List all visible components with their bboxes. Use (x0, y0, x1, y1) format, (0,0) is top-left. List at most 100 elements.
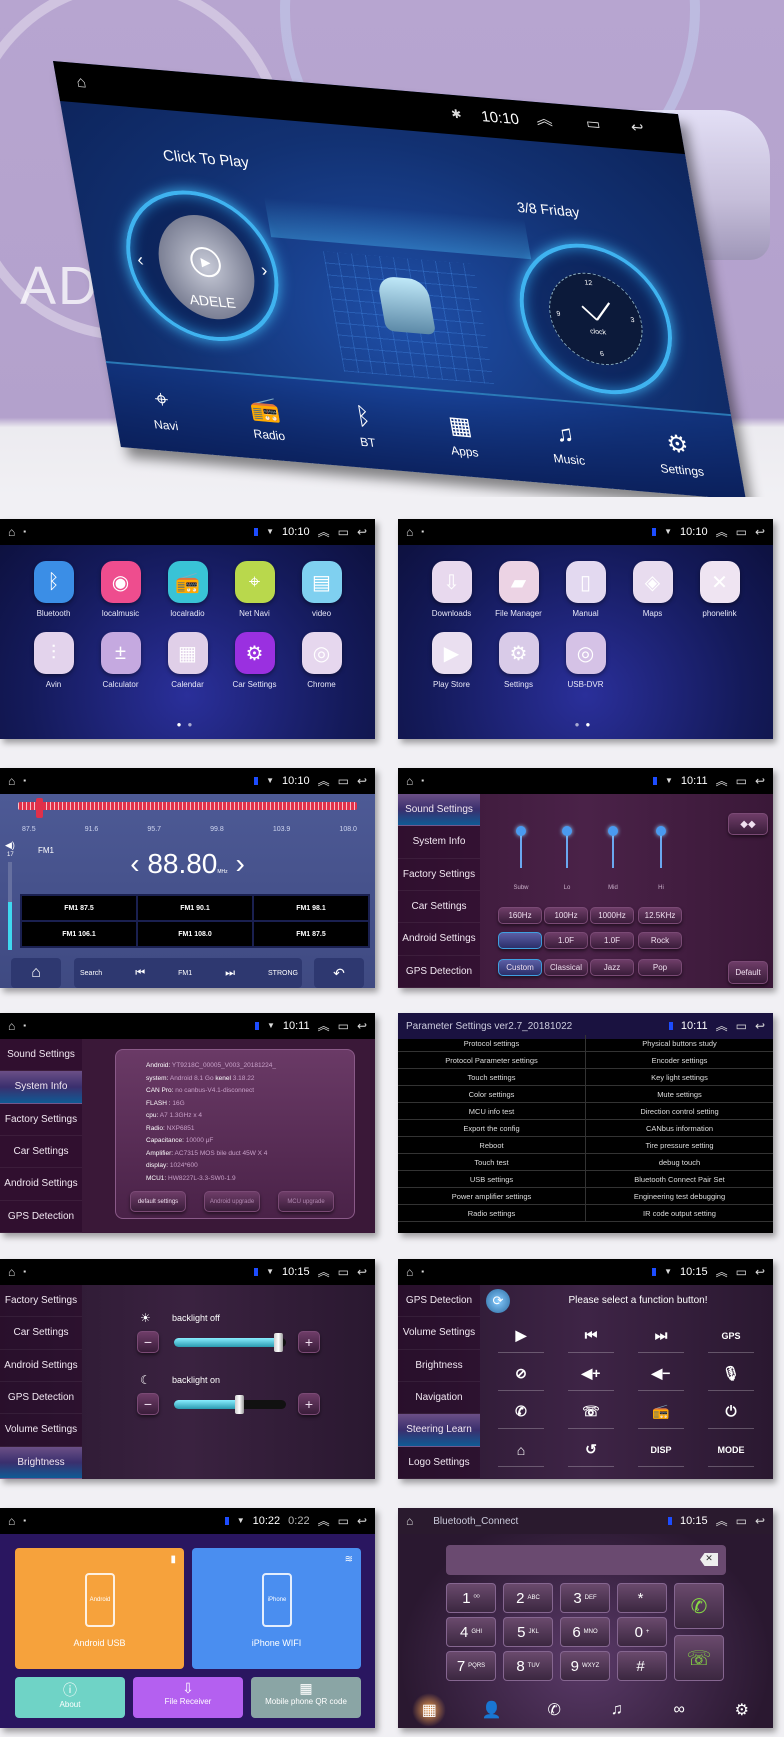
parameter-item[interactable]: Mute settings (586, 1086, 773, 1102)
dock-item-music[interactable]: ♫ Music (547, 419, 586, 468)
sidebar-item[interactable]: Android Settings (0, 1168, 82, 1201)
recent-apps-icon[interactable]: ▭ (338, 526, 349, 538)
parameter-item[interactable]: Engineering test debugging (586, 1188, 773, 1204)
previous-track-button[interactable]: ⏮ (568, 1319, 614, 1353)
gear-icon[interactable]: ⚙ (725, 1693, 759, 1727)
app-file-manager[interactable]: ▰ File Manager (485, 561, 552, 618)
home-icon[interactable]: ⌂ (406, 1266, 413, 1278)
sound-option-button[interactable]: 12.5KHz (638, 907, 682, 924)
preset-button[interactable]: FM1 106.1 (22, 922, 136, 946)
preset-button[interactable]: FM1 87.5 (254, 922, 368, 946)
recent-apps-icon[interactable]: ▭ (736, 1020, 747, 1032)
page-dot[interactable]: ● (188, 720, 199, 729)
recent-apps-icon[interactable]: ▭ (338, 1266, 349, 1278)
answer-button[interactable]: ☏ (674, 1635, 724, 1681)
app-chrome[interactable]: ◎ Chrome (288, 632, 355, 689)
sound-option-button[interactable] (498, 932, 542, 949)
dial-key[interactable]: 3 DEF (560, 1583, 610, 1613)
slider-thumb[interactable] (235, 1395, 245, 1414)
app-phonelink[interactable]: ✕ phonelink (686, 561, 753, 618)
home-icon[interactable]: ⌂ (406, 526, 413, 538)
home-button[interactable]: ⌂ (11, 958, 61, 988)
default-settings-button[interactable]: default settings (130, 1191, 186, 1212)
recent-apps-icon[interactable]: ▭ (338, 1515, 349, 1527)
tuning-needle[interactable] (36, 798, 44, 818)
parameter-item[interactable]: Protocol Parameter settings (398, 1052, 586, 1068)
click-to-play-label[interactable]: Click To Play (162, 147, 251, 171)
mode-button[interactable]: MODE (708, 1433, 754, 1467)
sidebar-item[interactable]: Brightness (398, 1350, 480, 1382)
home-icon[interactable]: ⌂ (406, 775, 413, 787)
eq-slider-thumb[interactable] (562, 826, 572, 836)
chevron-up-icon[interactable]: ︽ (716, 1266, 728, 1278)
parameter-item[interactable]: CANbus information (586, 1120, 773, 1136)
previous-station-icon[interactable]: ⏮ (135, 967, 145, 980)
back-icon[interactable]: ↩ (357, 1515, 367, 1527)
home-icon[interactable]: ⌂ (8, 775, 15, 787)
parameter-item[interactable]: Physical buttons study (586, 1035, 773, 1051)
sidebar-item[interactable]: Logo Settings (398, 1447, 480, 1479)
chevron-up-icon[interactable]: ︽ (318, 775, 330, 787)
sidebar-item[interactable]: Android Settings (398, 923, 480, 956)
frequency-scale[interactable] (18, 802, 357, 810)
hang-up-button[interactable]: ☏ (568, 1395, 614, 1429)
app-downloads[interactable]: ⇩ Downloads (418, 561, 485, 618)
sound-option-button[interactable]: 1000Hz (590, 907, 634, 924)
recent-apps-icon[interactable]: ▭ (736, 1266, 747, 1278)
volume-up-button[interactable]: ◀+ (568, 1357, 614, 1391)
back-icon[interactable]: ↩ (755, 775, 765, 787)
chevron-up-icon[interactable]: ︽ (318, 526, 330, 538)
mobile-phone-qr-code-tile[interactable]: ▦ Mobile phone QR code (251, 1677, 361, 1718)
app-settings[interactable]: ⚙ Settings (485, 632, 552, 689)
chevron-up-icon[interactable]: ︽ (318, 1020, 330, 1032)
microphone-button[interactable]: 🎙 (708, 1357, 754, 1391)
home-button[interactable]: ⌂ (498, 1433, 544, 1467)
parameter-item[interactable]: IR code output setting (586, 1205, 773, 1221)
sidebar-item[interactable]: Android Settings (0, 1350, 82, 1382)
sidebar-item[interactable]: Navigation (398, 1382, 480, 1415)
app-net-navi[interactable]: ⌖ Net Navi (221, 561, 288, 618)
app-maps[interactable]: ◈ Maps (619, 561, 686, 618)
recent-apps-icon[interactable]: ▭ (585, 115, 602, 133)
sidebar-item[interactable]: Factory Settings (0, 1104, 82, 1136)
sound-option-button[interactable]: 160Hz (498, 907, 542, 924)
eq-slider-thumb[interactable] (516, 826, 526, 836)
dial-key[interactable]: 2 ABC (503, 1583, 553, 1613)
parameter-item[interactable]: Power amplifier settings (398, 1188, 586, 1204)
refresh-button[interactable]: ⟳ (486, 1289, 510, 1313)
parameter-item[interactable]: Protocol settings (398, 1035, 586, 1051)
brightness-slider[interactable] (174, 1338, 286, 1347)
app-bluetooth[interactable]: ᛒ Bluetooth (20, 561, 87, 618)
back-icon[interactable]: ↩ (755, 1515, 765, 1527)
back-icon[interactable]: ↩ (755, 526, 765, 538)
home-icon[interactable]: ⌂ (75, 74, 88, 92)
parameter-item[interactable]: USB settings (398, 1171, 586, 1187)
app-localradio[interactable]: 📻 localradio (154, 561, 221, 618)
dial-key[interactable]: 0 + (617, 1617, 667, 1647)
volume-down-button[interactable]: ◀− (638, 1357, 684, 1391)
sidebar-item[interactable]: GPS Detection (0, 1201, 82, 1233)
preset-button[interactable]: FM1 108.0 (138, 922, 252, 946)
sound-option-button[interactable]: 100Hz (544, 907, 588, 924)
dialpad-icon[interactable]: ▦ (412, 1693, 447, 1727)
increase-button[interactable]: + (298, 1331, 320, 1353)
app-avin[interactable]: ⫶ Avin (20, 632, 87, 689)
page-indicator[interactable]: ●● (398, 720, 773, 729)
app-video[interactable]: ▤ video (288, 561, 355, 618)
sidebar-item[interactable]: GPS Detection (398, 1285, 480, 1318)
dial-key[interactable]: 1 ᴼᴼ (446, 1583, 496, 1613)
back-icon[interactable]: ↩ (357, 775, 367, 787)
app-usb-dvr[interactable]: ◎ USB-DVR (552, 632, 619, 689)
band-button[interactable]: FM1 (178, 970, 192, 977)
back-button[interactable]: ↺ (568, 1433, 614, 1467)
dial-key[interactable]: 5 JKL (503, 1617, 553, 1647)
back-icon[interactable]: ↩ (357, 1020, 367, 1032)
disp-button[interactable]: DISP (638, 1433, 684, 1467)
dial-key[interactable]: * (617, 1583, 667, 1613)
back-icon[interactable]: ↩ (357, 1266, 367, 1278)
dock-item-bt[interactable]: ᛒ BT (353, 403, 377, 450)
sidebar-item[interactable]: Sound Settings (0, 1039, 82, 1072)
back-icon[interactable]: ↩ (357, 526, 367, 538)
sidebar-item[interactable]: Factory Settings (398, 859, 480, 891)
app-car-settings[interactable]: ⚙ Car Settings (221, 632, 288, 689)
